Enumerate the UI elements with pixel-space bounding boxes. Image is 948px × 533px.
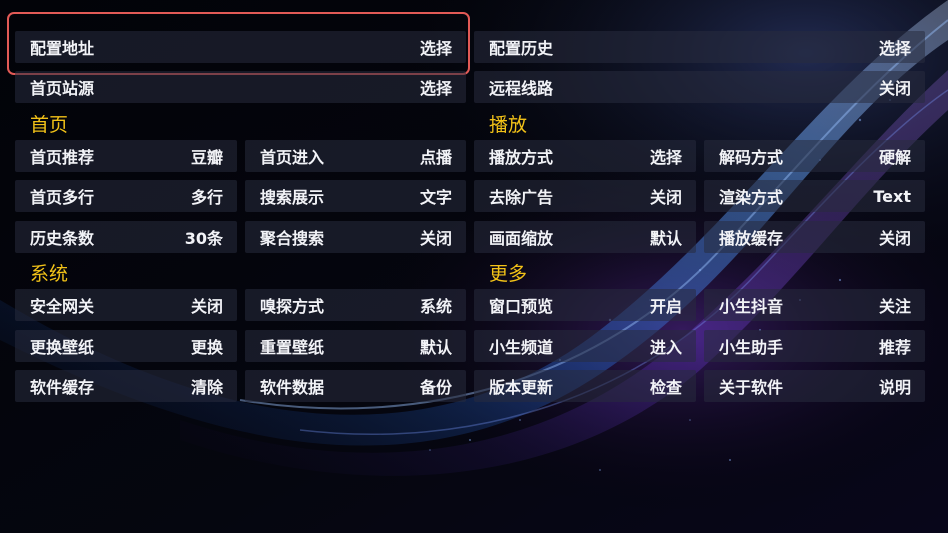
- setting-value: 30条: [184, 229, 223, 248]
- config-history-row[interactable]: 配置历史 选择: [474, 31, 925, 63]
- setting-label: 首页推荐: [30, 148, 95, 167]
- setting-value: 多行: [190, 188, 223, 207]
- setting-value: 关注: [878, 297, 911, 316]
- setting-item[interactable]: 更换壁纸 更换: [15, 330, 237, 362]
- home-source-row[interactable]: 首页站源 选择: [15, 71, 466, 103]
- setting-label: 软件缓存: [30, 378, 95, 397]
- setting-label: 软件数据: [260, 378, 325, 397]
- setting-item[interactable]: 关于软件 说明: [704, 370, 925, 402]
- setting-label: 嗅探方式: [260, 297, 325, 316]
- setting-item[interactable]: 解码方式 硬解: [704, 140, 925, 172]
- section-title-home: 首页: [30, 114, 69, 136]
- setting-value: 豆瓣: [190, 148, 223, 167]
- setting-value: 推荐: [878, 338, 911, 357]
- remote-route-row[interactable]: 远程线路 关闭: [474, 71, 925, 103]
- home-source-label: 首页站源: [30, 79, 95, 98]
- setting-item[interactable]: 小生抖音 关注: [704, 289, 925, 321]
- setting-value: 更换: [190, 338, 223, 357]
- setting-value: 硬解: [878, 148, 911, 167]
- config-history-value: 选择: [878, 39, 911, 58]
- section-title-system: 系统: [30, 263, 69, 285]
- setting-label: 窗口预览: [489, 297, 554, 316]
- setting-value: 关闭: [878, 229, 911, 248]
- setting-item[interactable]: 软件缓存 清除: [15, 370, 237, 402]
- config-address-label: 配置地址: [30, 39, 95, 58]
- setting-value: 系统: [419, 297, 452, 316]
- setting-value: 进入: [649, 338, 682, 357]
- setting-item[interactable]: 播放方式 选择: [474, 140, 696, 172]
- setting-value: 选择: [649, 148, 682, 167]
- setting-item[interactable]: 去除广告 关闭: [474, 180, 696, 212]
- setting-value: 关闭: [419, 229, 452, 248]
- setting-item[interactable]: 小生频道 进入: [474, 330, 696, 362]
- setting-item[interactable]: 搜索展示 文字: [245, 180, 466, 212]
- setting-value: Text: [873, 186, 911, 206]
- section-title-play: 播放: [489, 114, 528, 136]
- remote-route-value: 关闭: [878, 79, 911, 98]
- setting-value: 点播: [419, 148, 452, 167]
- setting-item[interactable]: 首页多行 多行: [15, 180, 237, 212]
- setting-value: 关闭: [190, 297, 223, 316]
- setting-label: 首页多行: [30, 188, 95, 207]
- setting-label: 安全网关: [30, 297, 95, 316]
- setting-item[interactable]: 窗口预览 开启: [474, 289, 696, 321]
- setting-item[interactable]: 重置壁纸 默认: [245, 330, 466, 362]
- setting-label: 去除广告: [489, 188, 554, 207]
- remote-route-label: 远程线路: [489, 79, 554, 98]
- setting-item[interactable]: 渲染方式 Text: [704, 180, 925, 212]
- setting-item[interactable]: 安全网关 关闭: [15, 289, 237, 321]
- setting-value: 默认: [649, 229, 682, 248]
- setting-item[interactable]: 首页推荐 豆瓣: [15, 140, 237, 172]
- setting-item[interactable]: 版本更新 检查: [474, 370, 696, 402]
- setting-label: 播放缓存: [719, 229, 784, 248]
- setting-item[interactable]: 历史条数 30条: [15, 221, 237, 253]
- setting-value: 默认: [419, 338, 452, 357]
- setting-value: 开启: [649, 297, 682, 316]
- setting-value: 关闭: [649, 188, 682, 207]
- setting-label: 小生频道: [489, 338, 554, 357]
- setting-label: 历史条数: [30, 229, 95, 248]
- config-address-value: 选择: [419, 39, 452, 58]
- setting-label: 渲染方式: [719, 188, 784, 207]
- setting-label: 更换壁纸: [30, 338, 95, 357]
- section-title-more: 更多: [489, 263, 528, 285]
- setting-item[interactable]: 嗅探方式 系统: [245, 289, 466, 321]
- settings-panel: 配置地址 选择 配置历史 选择 首页站源 选择 远程线路 关闭 首页 首页推荐 …: [0, 0, 948, 533]
- setting-item[interactable]: 播放缓存 关闭: [704, 221, 925, 253]
- setting-label: 播放方式: [489, 148, 554, 167]
- setting-value: 备份: [419, 378, 452, 397]
- setting-label: 搜索展示: [260, 188, 325, 207]
- setting-value: 文字: [419, 188, 452, 207]
- setting-item[interactable]: 聚合搜索 关闭: [245, 221, 466, 253]
- setting-item[interactable]: 画面缩放 默认: [474, 221, 696, 253]
- setting-label: 小生助手: [719, 338, 784, 357]
- setting-label: 关于软件: [719, 378, 784, 397]
- setting-label: 聚合搜索: [260, 229, 325, 248]
- home-source-value: 选择: [419, 79, 452, 98]
- setting-label: 版本更新: [489, 378, 554, 397]
- setting-label: 解码方式: [719, 148, 784, 167]
- setting-item[interactable]: 首页进入 点播: [245, 140, 466, 172]
- config-history-label: 配置历史: [489, 39, 554, 58]
- setting-label: 小生抖音: [719, 297, 784, 316]
- setting-label: 画面缩放: [489, 229, 554, 248]
- setting-label: 重置壁纸: [260, 338, 325, 357]
- setting-item[interactable]: 小生助手 推荐: [704, 330, 925, 362]
- setting-value: 清除: [190, 378, 223, 397]
- setting-value: 检查: [649, 378, 682, 397]
- setting-label: 首页进入: [260, 148, 325, 167]
- setting-item[interactable]: 软件数据 备份: [245, 370, 466, 402]
- config-address-row[interactable]: 配置地址 选择: [15, 31, 466, 63]
- setting-value: 说明: [878, 378, 911, 397]
